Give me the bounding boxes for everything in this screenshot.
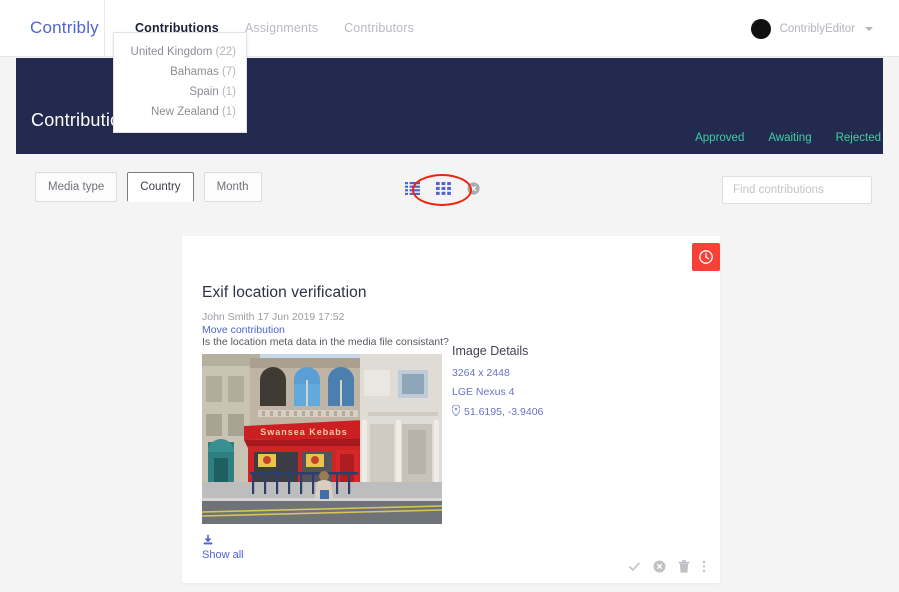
move-contribution-link[interactable]: Move contribution <box>202 324 285 336</box>
map-pin-icon <box>451 404 461 419</box>
dropdown-item-spain[interactable]: Spain (1) <box>114 82 246 102</box>
status-link-rejected[interactable]: Rejected <box>836 132 881 144</box>
country-filter-dropdown: United Kingdom (22) Bahamas (7) Spain (1… <box>113 32 247 133</box>
nav-tab-assignments[interactable]: Assignments <box>245 21 318 35</box>
clock-icon <box>699 250 713 264</box>
image-coordinates-value: 51.6195, -3.9406 <box>464 406 544 418</box>
card-action-bar <box>628 560 706 573</box>
search-box[interactable] <box>722 176 872 204</box>
list-view-icon[interactable] <box>405 182 420 195</box>
filter-country-button[interactable]: Country <box>127 172 194 202</box>
contribution-meta: John Smith 17 Jun 2019 17:52 <box>202 311 345 323</box>
download-contribution-icon[interactable] <box>202 534 214 549</box>
dropdown-item-count: (7) <box>221 66 236 78</box>
search-input[interactable] <box>723 177 871 203</box>
svg-text:Swansea Kebabs: Swansea Kebabs <box>260 427 348 437</box>
image-coordinates: 51.6195, -3.9406 <box>451 404 682 419</box>
dropdown-item-label: United Kingdom <box>130 46 213 58</box>
dropdown-item-new-zealand[interactable]: New Zealand (1) <box>114 102 246 122</box>
contribution-title: Exif location verification <box>202 284 367 301</box>
image-device: LGE Nexus 4 <box>452 386 682 398</box>
chevron-down-icon <box>865 26 873 31</box>
image-details-panel: Image Details 3264 x 2448 LGE Nexus 4 51… <box>451 344 682 426</box>
contribution-photo[interactable]: Swansea Kebabs <box>202 354 442 524</box>
reject-icon[interactable] <box>653 560 666 573</box>
approve-icon[interactable] <box>628 560 641 573</box>
contribution-question: Is the location meta data in the media f… <box>202 336 449 348</box>
delete-icon[interactable] <box>678 560 690 573</box>
status-link-approved[interactable]: Approved <box>695 132 744 144</box>
status-badge[interactable] <box>692 243 720 271</box>
image-dimensions-value: 3264 x 2448 <box>452 367 510 379</box>
user-menu[interactable]: ContriblyEditor <box>750 0 873 57</box>
status-link-awaiting[interactable]: Awaiting <box>768 132 811 144</box>
dropdown-item-bahamas[interactable]: Bahamas (7) <box>114 62 246 82</box>
more-options-icon[interactable] <box>702 560 706 573</box>
filter-media-type-button[interactable]: Media type <box>35 172 118 202</box>
filter-button-group: Media type Country Month <box>35 172 262 202</box>
image-dimensions: 3264 x 2448 <box>452 367 682 379</box>
dropdown-item-united-kingdom[interactable]: United Kingdom (22) <box>114 42 246 62</box>
status-filter-links: Approved Awaiting Rejected <box>695 132 881 144</box>
clear-filter-icon[interactable] <box>467 182 480 195</box>
avatar <box>750 18 771 39</box>
dropdown-item-count: (1) <box>221 86 236 98</box>
dropdown-item-label: Bahamas <box>170 66 219 78</box>
show-all-link[interactable]: Show all <box>202 549 244 561</box>
grid-view-icon[interactable] <box>436 182 451 195</box>
nav-tab-contributors[interactable]: Contributors <box>344 21 414 35</box>
dropdown-item-count: (1) <box>221 106 236 118</box>
filter-month-button[interactable]: Month <box>203 172 262 202</box>
image-device-value: LGE Nexus 4 <box>452 386 515 398</box>
contribution-card: Exif location verification John Smith 17… <box>182 236 720 583</box>
app-logo[interactable]: Contribly <box>0 0 104 57</box>
dropdown-item-label: Spain <box>189 86 219 98</box>
image-details-title: Image Details <box>452 344 529 358</box>
dropdown-item-count: (22) <box>215 46 236 58</box>
dropdown-item-label: New Zealand <box>150 106 219 118</box>
user-name-label: ContriblyEditor <box>779 22 855 35</box>
view-mode-icons <box>405 182 480 195</box>
filter-toolbar: Media type Country Month <box>0 170 899 363</box>
